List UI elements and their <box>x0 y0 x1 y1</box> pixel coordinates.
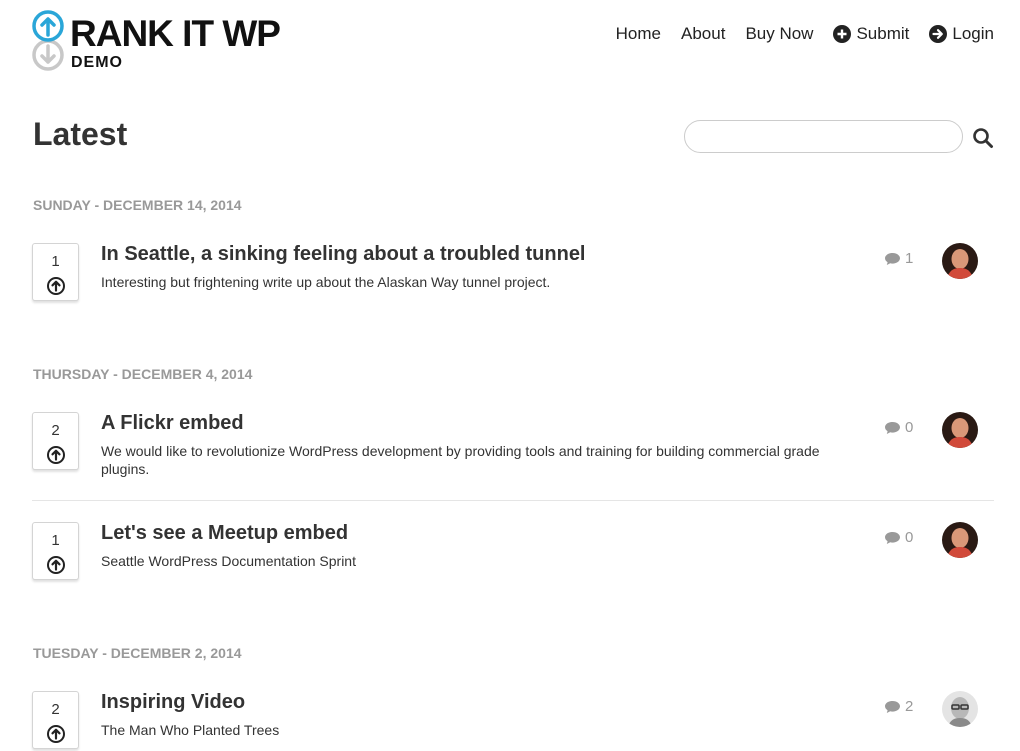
comment-icon <box>885 252 900 265</box>
comments-link[interactable]: 0 <box>884 529 913 546</box>
item-title-link[interactable]: A Flickr embed <box>101 412 244 434</box>
item-description: We would like to revolutionize WordPress… <box>101 443 820 477</box>
item-title-link[interactable]: Inspiring Video <box>101 691 245 713</box>
vote-count: 2 <box>51 422 60 439</box>
nav-about[interactable]: About <box>681 24 725 44</box>
comment-icon <box>885 531 900 544</box>
arrow-up-circle-icon <box>47 277 65 295</box>
upvote-button[interactable]: 1 <box>32 522 79 580</box>
comment-count: 0 <box>905 529 914 546</box>
avatar[interactable] <box>942 691 978 727</box>
nav-home[interactable]: Home <box>616 24 661 44</box>
upvote-button[interactable]: 1 <box>32 243 79 301</box>
main-nav: Home About Buy Now Submit Login <box>616 24 994 44</box>
comment-icon <box>885 700 900 713</box>
comments-link[interactable]: 0 <box>884 419 913 436</box>
item-title-link[interactable]: In Seattle, a sinking feeling about a tr… <box>101 243 586 265</box>
vote-count: 1 <box>51 253 60 270</box>
nav-buy-now[interactable]: Buy Now <box>745 24 813 44</box>
plus-circle-icon <box>833 25 852 43</box>
comments-link[interactable]: 2 <box>884 698 913 715</box>
date-heading: TUESDAY - DECEMBER 2, 2014 <box>33 645 242 661</box>
avatar[interactable] <box>942 412 978 448</box>
avatar[interactable] <box>942 243 978 279</box>
page-title: Latest <box>33 116 128 152</box>
nav-submit[interactable]: Submit <box>833 24 909 44</box>
nav-buy-now-label: Buy Now <box>745 24 814 43</box>
nav-login-label: Login <box>952 24 994 43</box>
nav-about-label: About <box>681 24 726 43</box>
comments-link[interactable]: 1 <box>884 250 913 267</box>
logo-subtitle: DEMO <box>71 54 123 71</box>
site-logo[interactable]: RANK IT WP DEMO <box>32 10 302 72</box>
arrow-up-circle-icon <box>47 446 65 464</box>
search-input[interactable] <box>684 120 963 153</box>
item-description: Interesting but frightening write up abo… <box>101 274 551 290</box>
comment-icon <box>885 421 900 434</box>
date-heading: THURSDAY - DECEMBER 4, 2014 <box>33 366 253 382</box>
avatar[interactable] <box>942 522 978 558</box>
vote-count: 1 <box>51 532 60 549</box>
arrow-right-circle-icon <box>929 25 948 43</box>
logo-title: RANK IT WP <box>70 13 281 54</box>
date-heading: SUNDAY - DECEMBER 14, 2014 <box>33 197 242 213</box>
comment-count: 0 <box>905 419 914 436</box>
upvote-button[interactable]: 2 <box>32 412 79 470</box>
rank-arrows-icon <box>32 10 64 71</box>
nav-login[interactable]: Login <box>929 24 994 44</box>
item-title-link[interactable]: Let's see a Meetup embed <box>101 522 348 544</box>
nav-home-label: Home <box>615 24 661 43</box>
comment-count: 2 <box>905 698 914 715</box>
nav-submit-label: Submit <box>856 24 910 43</box>
search-icon <box>973 128 993 148</box>
comment-count: 1 <box>905 250 914 267</box>
vote-count: 2 <box>51 701 60 718</box>
item-description: The Man Who Planted Trees <box>101 722 280 738</box>
item-description: Seattle WordPress Documentation Sprint <box>101 553 356 569</box>
upvote-button[interactable]: 2 <box>32 691 79 749</box>
arrow-up-circle-icon <box>47 556 65 574</box>
item-divider <box>32 500 994 501</box>
arrow-up-circle-icon <box>47 725 65 743</box>
search-button[interactable] <box>972 127 994 149</box>
